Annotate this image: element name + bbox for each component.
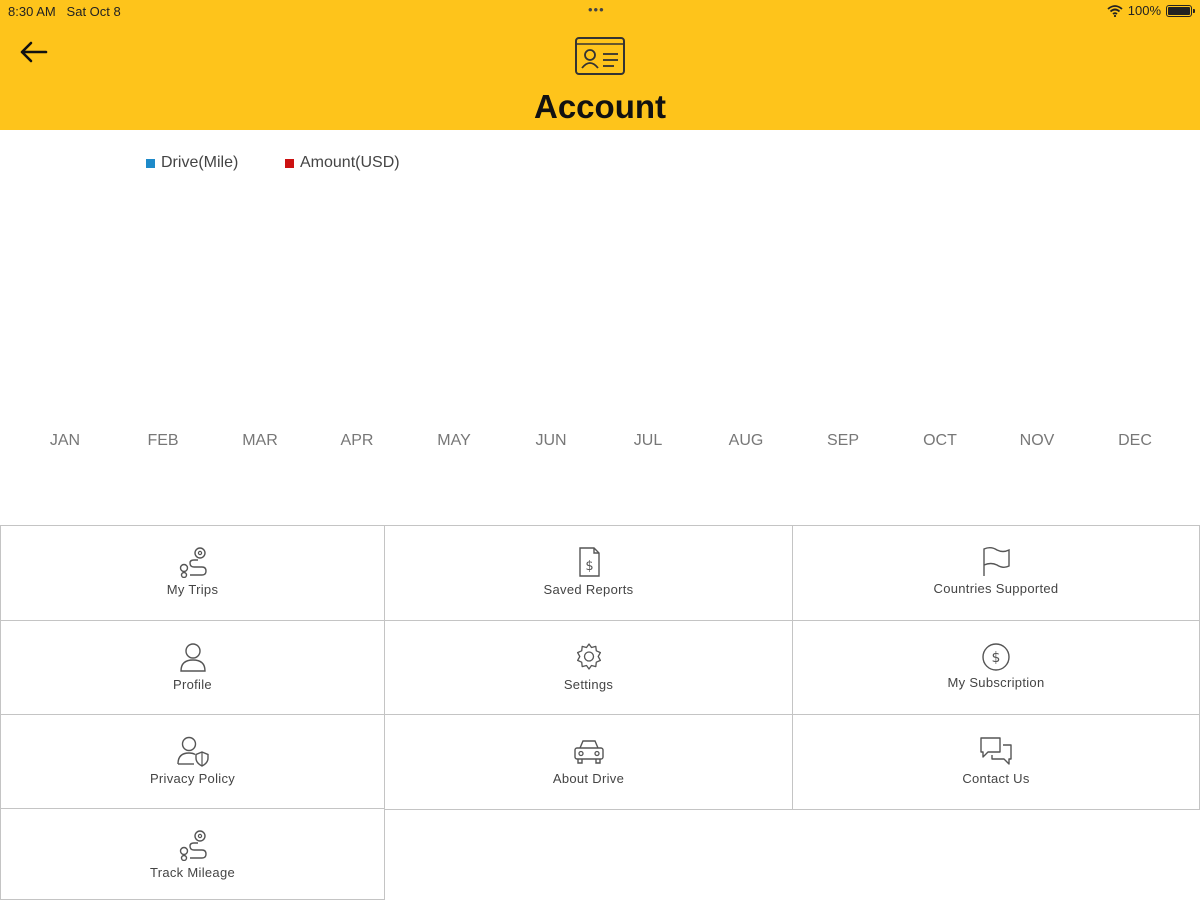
chart-plot [0,180,1200,430]
status-date: Sat Oct 8 [66,4,121,19]
menu-contact-us[interactable]: Contact Us [792,714,1200,810]
month-label-sep: SEP [826,432,859,449]
chat-bubbles-icon [980,737,1012,765]
month-label-dec: DEC [1118,432,1152,449]
menu-label: Saved Reports [543,582,634,597]
month-label-apr: APR [340,432,374,449]
menu-settings[interactable]: Settings [384,620,793,716]
legend-swatch-drive [146,158,155,168]
menu-label: Profile [173,677,212,692]
app-header: 8:30 AM Sat Oct 8 ••• 100% Account [0,0,1200,130]
legend-label-amount: Amount(USD) [300,154,400,171]
month-label-aug: AUG [728,432,764,449]
menu-privacy-policy[interactable]: Privacy Policy [0,714,385,810]
menu-label: My Subscription [947,675,1045,690]
status-time: 8:30 AM Sat Oct 8 [8,4,121,19]
car-icon [573,740,604,764]
menu-about-drive[interactable]: About Drive [384,714,793,810]
menu-label: Privacy Policy [149,771,236,786]
legend-label-drive: Drive(Mile) [161,154,239,171]
month-label-mar: MAR [242,432,278,449]
status-right: 100% [1107,3,1195,18]
menu-my-trips[interactable]: My Trips [0,525,385,621]
route-icon [179,547,207,578]
back-arrow-icon [20,41,48,63]
wifi-icon [1107,4,1123,17]
menu-label: Countries Supported [933,581,1059,596]
menu-label: My Trips [166,582,219,597]
chart-legend: Drive(Mile) Amount(USD) [0,154,1200,174]
menu-label: About Drive [552,771,625,786]
receipt-dollar-icon: $ [578,547,600,577]
month-label-oct: OCT [923,432,957,449]
back-button[interactable] [16,36,52,68]
menu-label: Track Mileage [149,865,236,880]
multitask-dots[interactable]: ••• [588,2,605,17]
month-label-feb: FEB [147,432,179,449]
status-clock: 8:30 AM [8,4,56,19]
menu-saved-reports[interactable]: $ Saved Reports [384,525,793,621]
legend-swatch-amount [285,158,294,168]
page-title: Account [534,88,666,125]
person-icon [179,643,206,672]
gear-icon [576,643,601,670]
month-label-may: MAY [437,432,471,449]
menu-label: Settings [563,677,614,692]
battery-icon [1166,4,1195,17]
svg-text:$: $ [992,650,1001,666]
menu-countries-supported[interactable]: Countries Supported [792,525,1200,621]
month-label-nov: NOV [1019,432,1055,449]
dollar-circle-icon: $ [982,643,1010,671]
user-shield-icon [176,736,209,767]
svg-text:$: $ [585,559,593,574]
menu-profile[interactable]: Profile [0,620,385,716]
menu-track-mileage[interactable]: Track Mileage [0,808,385,900]
menu-my-subscription[interactable]: $ My Subscription [792,620,1200,716]
month-label-jul: JUL [633,432,663,449]
flag-icon [983,547,1010,576]
menu-label: Contact Us [962,771,1030,786]
id-card-icon [575,37,625,75]
route-icon [179,830,207,861]
monthly-chart: JAN FEB MAR APR MAY JUN JUL AUG SEP OCT … [0,180,1200,480]
legend-item-amount: Amount(USD) [285,154,400,172]
battery-percent: 100% [1127,3,1161,18]
month-label-jun: JUN [535,432,567,449]
month-label-jan: JAN [49,432,81,449]
legend-item-drive: Drive(Mile) [146,154,238,172]
